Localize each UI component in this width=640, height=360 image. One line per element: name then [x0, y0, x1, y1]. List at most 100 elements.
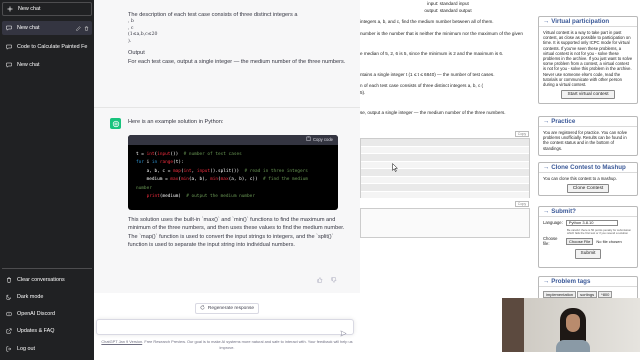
code-token: for — [136, 160, 144, 166]
tags-title: Problem tags — [551, 278, 591, 285]
clone-title: Clone Contest to Mashup — [551, 164, 626, 171]
code-token: input — [157, 152, 171, 157]
copy-output-button[interactable]: Copy — [515, 201, 529, 207]
prev-output-heading: Output — [128, 50, 145, 57]
practice-title: Practice — [551, 118, 576, 125]
thumbs-up-icon[interactable] — [316, 276, 323, 283]
dark-mode-label: Dark mode — [17, 294, 44, 300]
code-token: number — [136, 185, 152, 191]
code-token: ().split()) — [210, 168, 245, 174]
language-select[interactable]: Python 3.8.10 — [565, 220, 618, 226]
webcam-overlay — [502, 298, 640, 352]
statement-line: ntains a single integer t (1 ≤ t ≤ 6840)… — [360, 72, 495, 77]
code-block: Copy code t = int(input()) # number of t… — [128, 135, 338, 210]
chat-bubble-icon — [6, 25, 12, 31]
submit-button[interactable]: Submit — [574, 249, 602, 259]
mouse-cursor-icon — [392, 163, 398, 172]
language-hint: Be careful: there is 50 points penalty f… — [567, 229, 632, 236]
prev-output-text: For each test case, output a single inte… — [128, 58, 346, 65]
statement-line: number is the number that is neither the… — [360, 31, 523, 36]
copy-code-button[interactable]: Copy code — [313, 136, 333, 144]
discord-icon — [6, 311, 12, 317]
thumbs-down-icon[interactable] — [330, 276, 337, 283]
sidebar-divider — [2, 268, 92, 269]
code-token: medium = — [136, 177, 171, 183]
openai-discord-link[interactable]: OpenAI Discord — [2, 307, 92, 321]
assistant-message: Here is an example solution in Python: C… — [94, 107, 360, 293]
code-line: print(medium) # output the medium number — [136, 193, 330, 201]
regenerate-response-button[interactable]: Regenerate response — [195, 303, 259, 314]
updates-faq-link[interactable]: Updates & FAQ — [2, 324, 92, 338]
code-token: (a, b), c)) — [228, 177, 263, 183]
edit-icon[interactable] — [76, 25, 81, 31]
clone-contest-box: → Clone Contest to Mashup You can clone t… — [538, 162, 638, 196]
answer-intro: Here is an example solution in Python: — [128, 119, 224, 125]
language-label: Language: — [543, 220, 563, 226]
virtual-participation-box: → Virtual participation Virtual contest i… — [538, 16, 638, 104]
send-icon[interactable] — [340, 324, 347, 337]
code-token: print — [146, 194, 160, 200]
copy-input-button[interactable]: Copy — [515, 131, 529, 137]
prev-description: The description of each test case consis… — [128, 12, 298, 18]
practice-box: → Practice You are registered for practic… — [538, 116, 638, 156]
code-token: # output the medium number — [186, 194, 255, 200]
chat-history-item[interactable]: New chat — [2, 58, 92, 72]
clear-conversations-label: Clear conversations — [17, 277, 65, 283]
code-line: a, b, c = map(int, input().split()) # re… — [136, 168, 330, 176]
log-out-label: Log out — [17, 346, 35, 352]
chat-sidebar: New chat New chat Code to Calculate Pain… — [0, 0, 94, 360]
code-header: Copy code — [128, 135, 338, 145]
footer-text: . Free Research Preview. Our goal is to … — [142, 339, 353, 350]
code-token: t = — [136, 152, 147, 157]
start-virtual-contest-button[interactable]: Start virtual contest — [561, 90, 615, 100]
version-link[interactable]: ChatGPT Jan 9 Version — [101, 339, 142, 344]
footer-note: ChatGPT Jan 9 Version. Free Research Pre… — [98, 339, 356, 350]
sample-input — [360, 138, 530, 199]
code-token: int — [146, 152, 155, 157]
chat-history-item[interactable]: New chat — [2, 21, 92, 35]
chat-actions — [76, 25, 89, 31]
new-chat-button[interactable]: New chat — [2, 2, 92, 16]
chat-bubble-icon — [6, 44, 12, 50]
clone-contest-button[interactable]: Clone Contest — [566, 184, 610, 194]
choose-file-button[interactable]: Choose File — [566, 237, 594, 245]
previous-message: The description of each test case consis… — [94, 0, 360, 107]
plus-icon — [7, 6, 13, 12]
arrow-icon: → — [543, 164, 550, 171]
clipboard-icon[interactable] — [306, 136, 311, 144]
arrow-icon: → — [543, 18, 550, 25]
code-token: i — [143, 160, 152, 166]
code-token: max — [220, 177, 229, 183]
trash-icon[interactable] — [84, 25, 89, 31]
no-file-text: No file chosen — [596, 238, 622, 244]
code-line: number — [136, 185, 330, 193]
virtual-text: Virtual contest is a way to take part in… — [543, 30, 633, 88]
statement-line: 5). — [360, 90, 366, 95]
answer-explanation: This solution uses the built-in `max()` … — [128, 217, 345, 249]
chatgpt-avatar — [110, 118, 121, 129]
message-input[interactable] — [96, 319, 354, 337]
code-token: a, b, c = — [136, 168, 174, 174]
external-link-icon — [6, 328, 12, 334]
clone-text: You can clone this contest to a mashup. — [543, 176, 617, 181]
code-line: t = int(input()) # number of test cases — [136, 151, 330, 159]
code-token: min — [180, 177, 189, 183]
chat-main: The description of each test case consis… — [94, 0, 360, 360]
regenerate-label: Regenerate response — [207, 306, 255, 311]
chat-history-label: Code to Calculate Painted Fe — [17, 44, 88, 50]
log-out-button[interactable]: Log out — [2, 342, 92, 356]
dark-mode-button[interactable]: Dark mode — [2, 290, 92, 304]
clear-conversations-button[interactable]: Clear conversations — [2, 273, 92, 287]
code-token: input — [196, 168, 211, 174]
statement-line: e median of 5, 2, 6 is 5, since the mini… — [360, 51, 504, 56]
openai-logo-icon — [112, 120, 119, 127]
logout-icon — [6, 346, 12, 352]
code-line: for i in range(t): — [136, 159, 330, 167]
submit-box: → Submit? Language: Python 3.8.10 Be care… — [538, 206, 638, 268]
chat-history-item[interactable]: Code to Calculate Painted Fe — [2, 40, 92, 54]
arrow-icon: → — [543, 118, 550, 125]
chat-bubble-icon — [6, 62, 12, 68]
statement-line: se, output a single integer — the medium… — [360, 110, 506, 115]
arrow-icon: → — [543, 208, 550, 215]
code-content: t = int(input()) # number of test cases f… — [128, 145, 338, 201]
